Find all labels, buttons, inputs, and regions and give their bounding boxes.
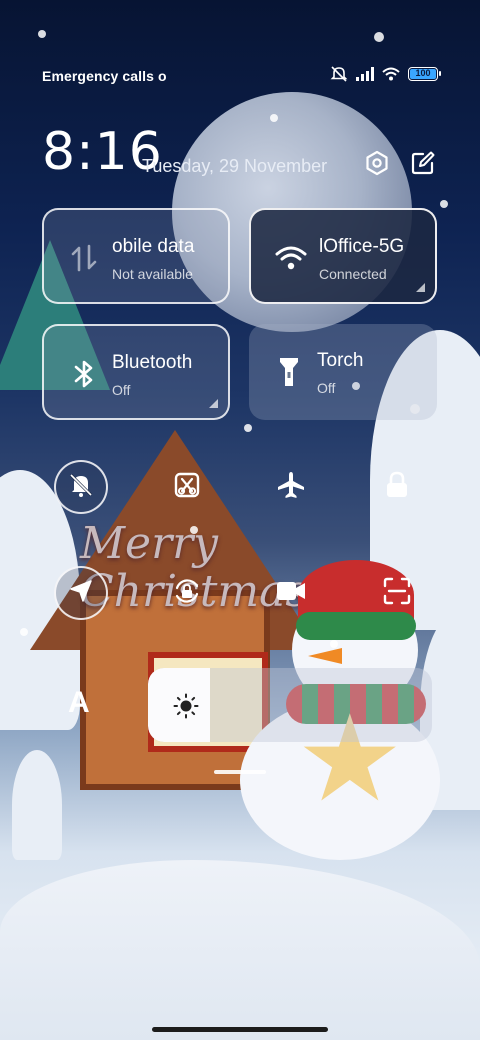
- drag-handle[interactable]: [214, 770, 266, 774]
- scanner-toggle[interactable]: [370, 566, 424, 620]
- silent-mode-icon: [68, 472, 94, 503]
- settings-icon: [364, 150, 390, 181]
- airplane-mode-icon: [276, 470, 306, 505]
- screen-record-icon: [276, 580, 306, 607]
- edit-icon: [411, 151, 435, 180]
- expand-corner-icon: [416, 283, 425, 292]
- mute-icon: [330, 66, 348, 82]
- lock-screen-toggle[interactable]: [370, 460, 424, 514]
- signal-icon: [356, 67, 374, 81]
- snowman-nose: [308, 648, 342, 664]
- brightness-slider[interactable]: [148, 668, 432, 742]
- settings-button[interactable]: [360, 148, 394, 182]
- auto-brightness-button[interactable]: A: [68, 686, 90, 720]
- tile-title: Torch: [317, 350, 364, 371]
- snowy-tree-small: [12, 750, 62, 860]
- bluetooth-icon: [66, 356, 102, 392]
- silent-mode-toggle[interactable]: [54, 460, 108, 514]
- brightness-icon: [172, 692, 200, 720]
- tile-subtitle: Off: [317, 380, 336, 396]
- battery-icon: 100: [408, 67, 441, 81]
- carrier-text: Emergency calls o: [42, 68, 167, 84]
- snowflake: [330, 640, 338, 648]
- snowflake: [440, 200, 448, 208]
- bluetooth-tile[interactable]: Bluetooth Off: [42, 324, 230, 420]
- torch-icon: [271, 354, 307, 390]
- wifi-icon: [273, 240, 309, 276]
- screenshot-toggle[interactable]: [160, 460, 214, 514]
- date: Tuesday, 29 November: [142, 156, 328, 176]
- location-toggle[interactable]: [54, 566, 108, 620]
- tile-title: Bluetooth: [112, 352, 193, 373]
- scanner-icon: [383, 577, 411, 610]
- status-icons: 100: [330, 66, 441, 82]
- wifi-tile[interactable]: lOffice-5G Connected: [249, 208, 437, 304]
- edit-button[interactable]: [406, 148, 440, 182]
- location-icon: [68, 578, 94, 609]
- tile-subtitle: Not available: [112, 266, 193, 282]
- screenshot-icon: [173, 471, 201, 504]
- lock-icon: [384, 471, 410, 504]
- battery-level: 100: [415, 68, 431, 78]
- mobile-data-icon: [66, 240, 102, 276]
- screen-recorder-toggle[interactable]: [264, 566, 318, 620]
- snowflake: [244, 424, 252, 432]
- wifi-icon: [382, 67, 400, 81]
- home-indicator[interactable]: [152, 1027, 328, 1032]
- rotation-lock-toggle[interactable]: [160, 566, 214, 620]
- tile-title: lOffice-5G: [319, 236, 405, 257]
- rotation-lock-icon: [172, 576, 202, 611]
- mobile-data-tile[interactable]: obile data Not available: [42, 208, 230, 304]
- control-center-header: 8:16 Tuesday, 29 November: [0, 118, 480, 188]
- airplane-mode-toggle[interactable]: [264, 460, 318, 514]
- snowflake: [190, 526, 198, 534]
- torch-tile[interactable]: Torch Off: [249, 324, 437, 420]
- snow-ground: [0, 860, 480, 1040]
- snowflake: [20, 628, 28, 636]
- expand-corner-icon: [209, 399, 218, 408]
- tile-subtitle: Off: [112, 382, 131, 398]
- tile-subtitle: Connected: [319, 266, 387, 282]
- snowflake: [38, 30, 46, 38]
- tile-title: obile data: [112, 236, 195, 257]
- status-bar: Emergency calls o 100: [0, 62, 480, 90]
- snowflake: [374, 32, 384, 42]
